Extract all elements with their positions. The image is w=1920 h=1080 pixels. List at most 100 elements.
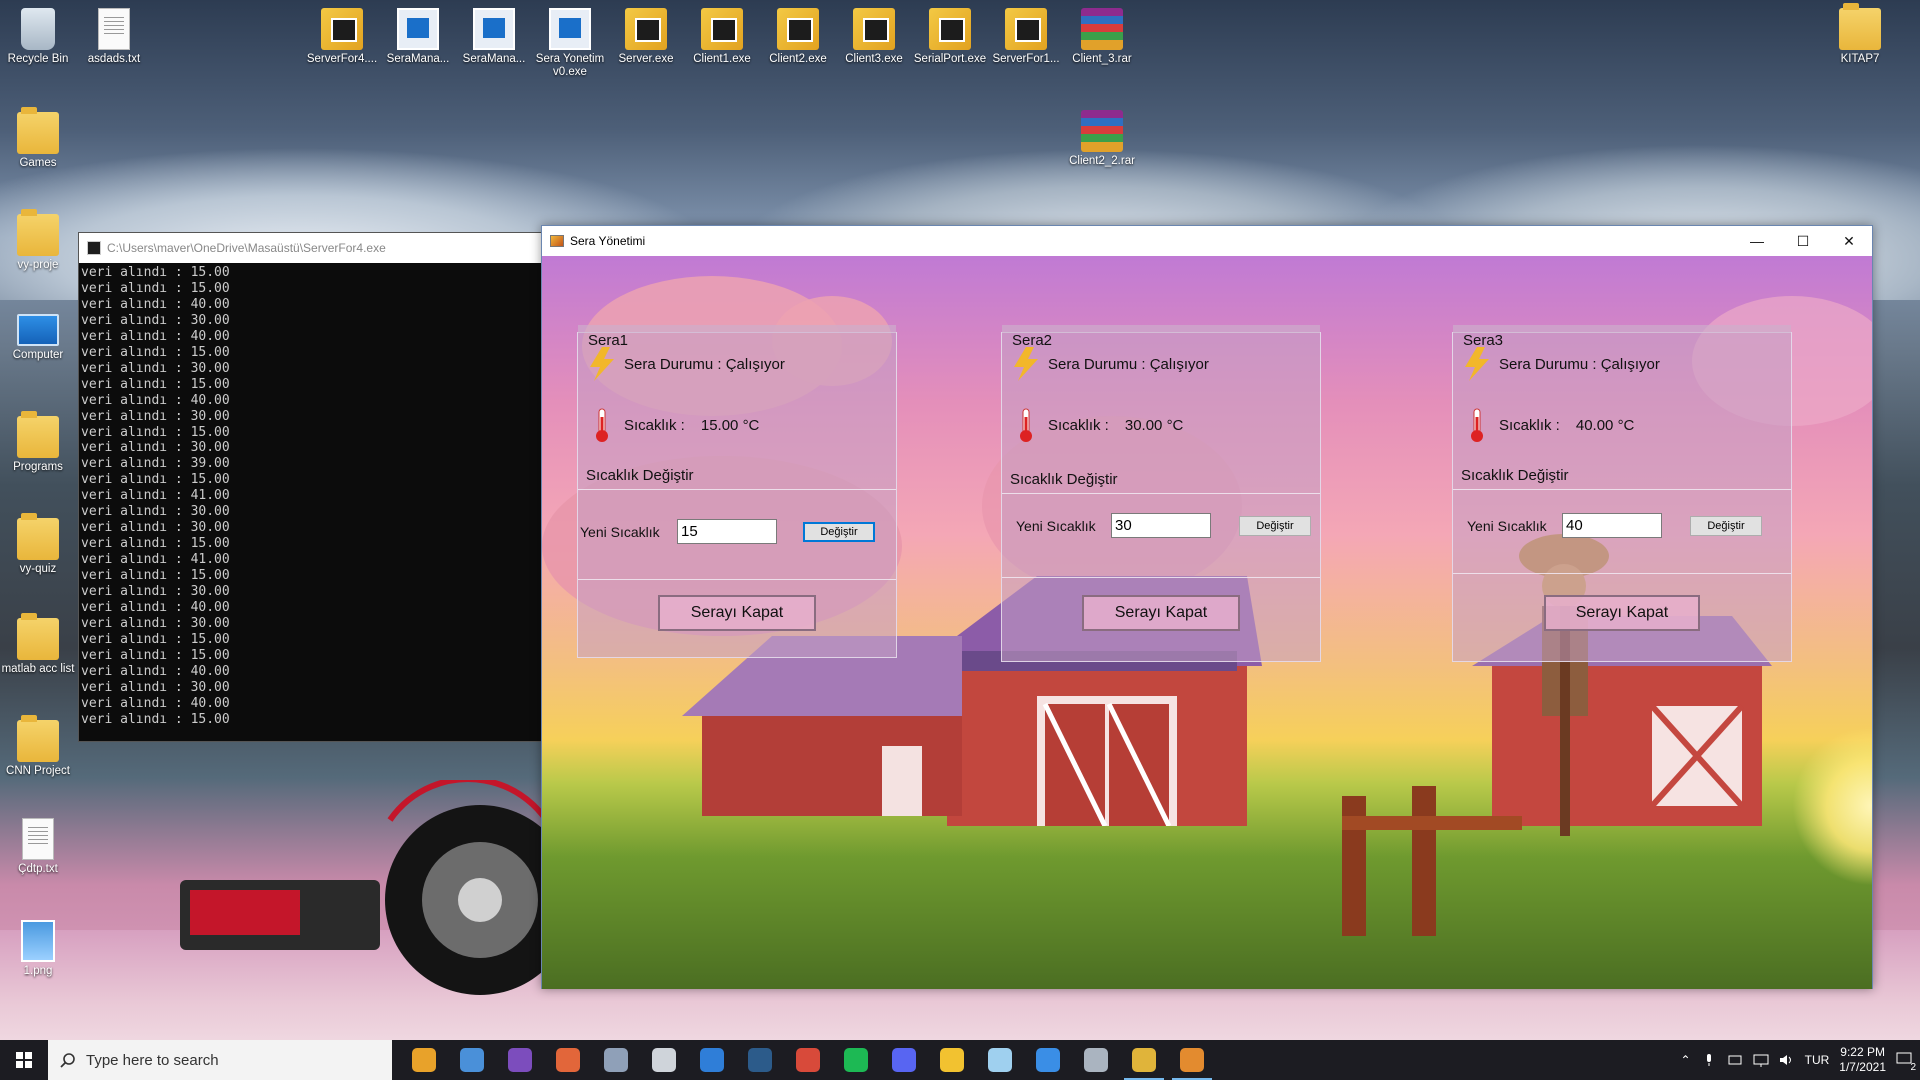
sera3-groupbox: Sera3 Sera Durumu : Çalışıyor Sıcaklık :… xyxy=(1452,325,1792,662)
separator xyxy=(578,489,896,490)
show-hidden-icons-chevron-icon[interactable]: ⌃ xyxy=(1681,1053,1691,1067)
close-greenhouse-button[interactable]: Serayı Kapat xyxy=(1082,595,1240,631)
volume-icon[interactable] xyxy=(1779,1053,1795,1067)
desktop-icon-serverfor4[interactable]: ServerFor4.... xyxy=(304,8,380,66)
close-greenhouse-button[interactable]: Serayı Kapat xyxy=(658,595,816,631)
change-temperature-button[interactable]: Değiştir xyxy=(1239,515,1311,536)
clock[interactable]: 9:22 PM 1/7/2021 xyxy=(1839,1045,1886,1075)
separator xyxy=(1453,489,1791,490)
desktop-icon-cnn-project[interactable]: CNN Project xyxy=(0,715,76,778)
console-line: veri alındı : 40.00 xyxy=(81,663,230,679)
clock-date: 1/7/2021 xyxy=(1839,1060,1886,1074)
desktop-icon-server-exe[interactable]: Server.exe xyxy=(608,8,684,66)
new-temperature-input[interactable] xyxy=(677,519,777,544)
desktop-icon-seramana-2[interactable]: SeraMana... xyxy=(456,8,532,66)
xbox-icon xyxy=(652,1048,676,1072)
console-line: veri alındı : 30.00 xyxy=(81,504,230,520)
desktop-icon-recycle-bin[interactable]: Recycle Bin xyxy=(0,8,76,66)
taskbar-app-file-transfer[interactable] xyxy=(448,1040,496,1080)
app-icon xyxy=(550,235,564,247)
input-language[interactable]: TUR xyxy=(1805,1053,1830,1067)
taskbar-app-matlab[interactable] xyxy=(544,1040,592,1080)
start-button[interactable] xyxy=(0,1040,48,1080)
folder-icon xyxy=(1839,3,1881,50)
desktop-icon-seramana-1[interactable]: SeraMana... xyxy=(380,8,456,66)
taskbar-search[interactable]: Type here to search xyxy=(48,1040,392,1080)
desktop-icon-computer[interactable]: Computer xyxy=(0,314,76,362)
taskbar-app-bug[interactable] xyxy=(592,1040,640,1080)
console-app-icon xyxy=(87,241,101,255)
text-file-icon xyxy=(22,818,54,860)
console-line: veri alındı : 30.00 xyxy=(81,360,230,376)
new-temperature-label: Yeni Sıcaklık xyxy=(1016,517,1096,534)
desktop-icon-serialport[interactable]: SerialPort.exe xyxy=(912,8,988,66)
desktop-icon-asdads-txt[interactable]: asdads.txt xyxy=(76,8,152,66)
desktop-icon-kitap7[interactable]: KITAP7 xyxy=(1822,3,1898,66)
console-line: veri alındı : 40.00 xyxy=(81,392,230,408)
taskbar-app-console-app[interactable] xyxy=(1120,1040,1168,1080)
new-temperature-input[interactable] xyxy=(1562,513,1662,538)
maximize-button[interactable]: ☐ xyxy=(1780,226,1826,256)
taskbar-app-spotify[interactable] xyxy=(832,1040,880,1080)
taskbar-app-discord[interactable] xyxy=(880,1040,928,1080)
desktop-icon-programs[interactable]: Programs xyxy=(0,411,76,474)
taskbar-app-file-explorer[interactable] xyxy=(928,1040,976,1080)
computer-icon xyxy=(17,314,59,346)
desktop-icon-vy-proje[interactable]: vy-proje xyxy=(0,209,76,272)
action-center-button[interactable]: 2 xyxy=(1896,1052,1916,1073)
temperature-row: Sıcaklık : 15.00 °C xyxy=(588,407,759,443)
taskbar-app-steam[interactable] xyxy=(736,1040,784,1080)
console-line: veri alındı : 15.00 xyxy=(81,631,230,647)
desktop-icon-games[interactable]: Games xyxy=(0,107,76,170)
desktop-icon-client3[interactable]: Client3.exe xyxy=(836,8,912,66)
console-line: veri alındı : 30.00 xyxy=(81,312,230,328)
console-window[interactable]: C:\Users\maver\OneDrive\Masaüstü\ServerF… xyxy=(78,232,542,742)
close-greenhouse-button[interactable]: Serayı Kapat xyxy=(1544,595,1700,631)
network-icon[interactable] xyxy=(1753,1053,1769,1067)
taskbar-app-visual-studio[interactable] xyxy=(496,1040,544,1080)
taskbar-app-xbox[interactable] xyxy=(640,1040,688,1080)
taskbar-app-sera-app[interactable] xyxy=(1168,1040,1216,1080)
desktop-icon-client2-2-rar[interactable]: Client2_2.rar xyxy=(1064,110,1140,168)
taskbar-apps xyxy=(400,1040,1216,1080)
thermometer-icon xyxy=(1471,408,1483,442)
desktop-icon-cdtp-txt[interactable]: Çdtp.txt xyxy=(0,818,76,876)
app-titlebar[interactable]: Sera Yönetimi — ☐ ✕ xyxy=(542,226,1872,256)
bluetooth-device-icon[interactable] xyxy=(1727,1053,1743,1067)
minimize-button[interactable]: — xyxy=(1734,226,1780,256)
folder-icon xyxy=(17,107,59,154)
desktop-icon-sera-yonetim[interactable]: Sera Yonetim v0.exe xyxy=(532,8,608,79)
exe-icon xyxy=(853,8,895,50)
change-temperature-button[interactable]: Değiştir xyxy=(803,521,875,542)
microphone-icon[interactable] xyxy=(1701,1053,1717,1067)
new-temperature-input[interactable] xyxy=(1111,513,1211,538)
desktop-icon-client1[interactable]: Client1.exe xyxy=(684,8,760,66)
console-line: veri alındı : 40.00 xyxy=(81,600,230,616)
console-titlebar[interactable]: C:\Users\maver\OneDrive\Masaüstü\ServerF… xyxy=(79,233,541,263)
spotify-icon xyxy=(844,1048,868,1072)
taskbar-app-network-app[interactable] xyxy=(1024,1040,1072,1080)
taskbar-app-notepad[interactable] xyxy=(976,1040,1024,1080)
console-line: veri alındı : 15.00 xyxy=(81,265,230,280)
app-title: Sera Yönetimi xyxy=(570,234,646,248)
status-row: Sera Durumu : Çalışıyor xyxy=(1463,347,1660,381)
new-temperature-row: Yeni Sıcaklık Değiştir xyxy=(1016,513,1332,538)
sera-yonetimi-window[interactable]: Sera Yönetimi — ☐ ✕ Sera1 Sera Durumu: … xyxy=(541,225,1873,989)
desktop-icon-client3-rar[interactable]: Client_3.rar xyxy=(1064,8,1140,66)
taskbar-app-chrome[interactable] xyxy=(400,1040,448,1080)
desktop-icon-serverfor1[interactable]: ServerFor1... xyxy=(988,8,1064,66)
close-window-button[interactable]: ✕ xyxy=(1826,226,1872,256)
taskbar-app-remote-desktop[interactable] xyxy=(1072,1040,1120,1080)
temperature-value: 40.00 °C xyxy=(1575,416,1635,434)
desktop-icon-1-png[interactable]: 1.png xyxy=(0,920,76,978)
wallpaper-race-car xyxy=(180,780,560,995)
desktop-icon-matlab-acc-list[interactable]: matlab acc list xyxy=(0,613,76,676)
desktop-icon-vy-quiz[interactable]: vy-quiz xyxy=(0,513,76,576)
desktop-icon-client2[interactable]: Client2.exe xyxy=(760,8,836,66)
change-temperature-button[interactable]: Değiştir xyxy=(1690,515,1762,536)
console-line: veri alındı : 15.00 xyxy=(81,344,230,360)
taskbar-app-chrome-profile[interactable] xyxy=(784,1040,832,1080)
folder-icon xyxy=(17,209,59,256)
new-temperature-row: Yeni Sıcaklık Değiştir xyxy=(1467,513,1783,538)
taskbar-app-devc[interactable] xyxy=(688,1040,736,1080)
